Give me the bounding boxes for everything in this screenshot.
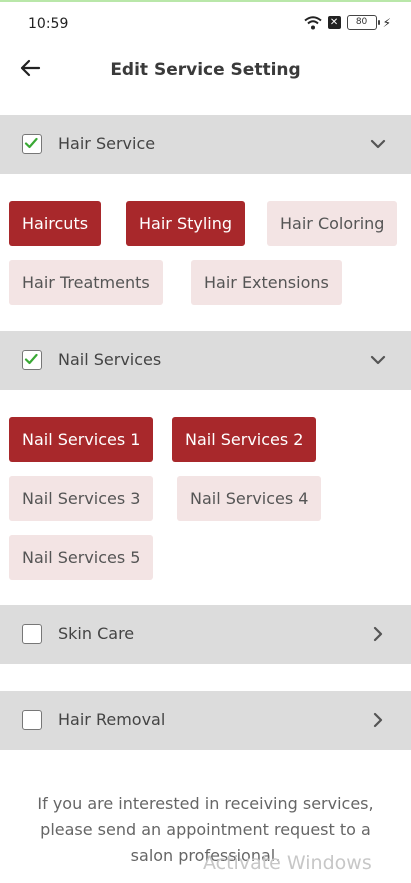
wifi-icon [303, 15, 322, 29]
chip-haircuts[interactable]: Haircuts [9, 201, 102, 246]
section-label: Hair Removal [58, 710, 166, 729]
chip-hair-treatments[interactable]: Hair Treatments [9, 260, 163, 305]
skin-care-checkbox[interactable] [22, 624, 42, 644]
section-label: Nail Services [58, 350, 162, 369]
checkmark-icon [24, 137, 38, 149]
status-bar: 10:59 ✕ 80 ⚡ [0, 2, 411, 42]
status-icons: ✕ 80 ⚡ [303, 15, 391, 30]
section-label: Hair Service [58, 134, 156, 153]
activate-windows-watermark: Activate Windows [203, 852, 372, 874]
section-label: Skin Care [58, 624, 135, 643]
checkmark-icon [24, 353, 38, 365]
hair-service-checkbox[interactable] [22, 134, 42, 154]
chevron-down-icon[interactable] [369, 351, 387, 369]
section-skin-care[interactable]: Skin Care [0, 605, 411, 664]
section-hair-removal[interactable]: Hair Removal [0, 691, 411, 750]
nail-services-checkbox[interactable] [22, 350, 42, 370]
chip-hair-styling[interactable]: Hair Styling [126, 201, 246, 246]
section-hair-service[interactable]: Hair Service [0, 115, 411, 174]
chip-nail-services-1[interactable]: Nail Services 1 [9, 417, 154, 462]
chip-nail-services-3[interactable]: Nail Services 3 [9, 476, 154, 521]
status-time: 10:59 [28, 16, 69, 32]
chevron-down-icon[interactable] [369, 135, 387, 153]
chip-nail-services-4[interactable]: Nail Services 4 [177, 476, 322, 521]
chevron-right-icon[interactable] [369, 711, 387, 729]
chip-nail-services-2[interactable]: Nail Services 2 [172, 417, 317, 462]
chip-hair-extensions[interactable]: Hair Extensions [191, 260, 342, 305]
hair-removal-checkbox[interactable] [22, 710, 42, 730]
notification-icon: ✕ [327, 16, 341, 29]
chip-hair-coloring[interactable]: Hair Coloring [267, 201, 398, 246]
app-bar: Edit Service Setting [0, 42, 411, 100]
section-nail-services[interactable]: Nail Services [0, 331, 411, 390]
chevron-right-icon[interactable] [369, 625, 387, 643]
charging-icon: ⚡ [382, 15, 391, 30]
page-title: Edit Service Setting [110, 60, 301, 80]
chip-nail-services-5[interactable]: Nail Services 5 [9, 535, 154, 580]
battery-icon: 80 [346, 15, 380, 30]
